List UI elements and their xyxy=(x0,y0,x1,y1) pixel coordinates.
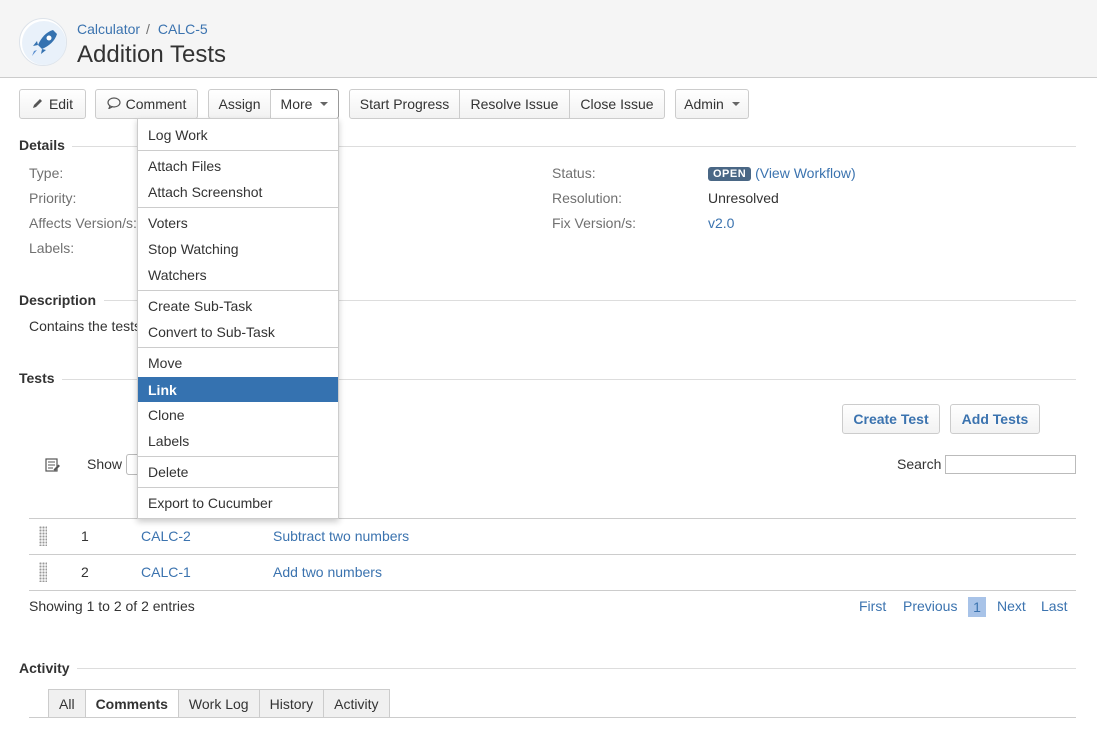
pager-last[interactable]: Last xyxy=(1041,598,1067,614)
affects-version-label: Affects Version/s: xyxy=(29,215,137,231)
pager-first[interactable]: First xyxy=(859,598,886,614)
issue-header: Calculator / CALC-5 Addition Tests xyxy=(0,0,1097,78)
start-progress-button[interactable]: Start Progress xyxy=(349,89,460,119)
resolution-label: Resolution: xyxy=(552,190,623,206)
speech-bubble-icon xyxy=(107,96,121,112)
edit-button-label: Edit xyxy=(48,96,74,112)
search-label: Search xyxy=(897,456,942,472)
menu-item-watchers[interactable]: Watchers xyxy=(138,263,338,287)
tab-activity[interactable]: Activity xyxy=(324,689,390,718)
edit-button[interactable]: Edit xyxy=(19,89,86,119)
menu-item-voters[interactable]: Voters xyxy=(138,211,338,235)
create-test-button[interactable]: Create Test xyxy=(842,404,940,434)
tab-all[interactable]: All xyxy=(48,689,86,718)
menu-item-convert-to-sub-task[interactable]: Convert to Sub-Task xyxy=(138,320,338,344)
activity-heading: Activity xyxy=(19,660,70,676)
priority-label: Priority: xyxy=(29,190,77,206)
more-button[interactable]: More xyxy=(271,89,339,119)
tabs-baseline xyxy=(29,717,1076,718)
close-issue-button[interactable]: Close Issue xyxy=(570,89,665,119)
menu-separator xyxy=(138,207,338,208)
description-heading: Description xyxy=(19,292,97,308)
close-issue-label: Close Issue xyxy=(580,96,654,112)
test-summary-link[interactable]: Subtract two numbers xyxy=(273,528,409,544)
status-label: Status: xyxy=(552,165,596,181)
comment-button[interactable]: Comment xyxy=(95,89,198,119)
tests-heading: Tests xyxy=(19,370,55,386)
drag-handle-icon[interactable] xyxy=(39,562,47,582)
chevron-down-icon xyxy=(320,102,329,106)
menu-item-attach-files[interactable]: Attach Files xyxy=(138,154,338,178)
view-workflow-link[interactable]: (View Workflow) xyxy=(755,165,856,181)
pager-current-page[interactable]: 1 xyxy=(968,597,986,617)
admin-button-label: Admin xyxy=(684,96,724,112)
activity-tabs: All Comments Work Log History Activity xyxy=(48,689,390,718)
breadcrumb-project-link[interactable]: Calculator xyxy=(77,21,140,37)
tab-comments[interactable]: Comments xyxy=(85,689,179,718)
test-summary-link[interactable]: Add two numbers xyxy=(273,564,382,580)
chevron-down-icon xyxy=(731,102,740,106)
menu-separator xyxy=(138,487,338,488)
breadcrumb: Calculator / CALC-5 xyxy=(77,21,208,37)
resolve-issue-label: Resolve Issue xyxy=(470,96,559,112)
menu-item-export-to-cucumber[interactable]: Export to Cucumber xyxy=(138,491,338,515)
resolve-issue-button[interactable]: Resolve Issue xyxy=(460,89,570,119)
start-progress-label: Start Progress xyxy=(359,96,450,112)
resolution-value: Unresolved xyxy=(708,190,779,206)
menu-item-create-sub-task[interactable]: Create Sub-Task xyxy=(138,294,338,318)
menu-item-delete[interactable]: Delete xyxy=(138,460,338,484)
row-number: 1 xyxy=(81,528,89,544)
type-label: Type: xyxy=(29,165,64,181)
table-bottom-border xyxy=(29,590,1076,591)
status-badge: OPEN xyxy=(708,167,752,181)
menu-item-move[interactable]: Move xyxy=(138,351,338,375)
drag-handle-icon[interactable] xyxy=(39,526,47,546)
more-button-label: More xyxy=(280,96,313,112)
row-number: 2 xyxy=(81,564,89,580)
menu-item-clone[interactable]: Clone xyxy=(138,403,338,427)
menu-item-labels[interactable]: Labels xyxy=(138,429,338,453)
menu-item-stop-watching[interactable]: Stop Watching xyxy=(138,237,338,261)
activity-divider xyxy=(77,668,1076,669)
status-value: OPEN (View Workflow) xyxy=(708,165,856,181)
menu-separator xyxy=(138,347,338,348)
column-settings-icon[interactable] xyxy=(45,457,61,476)
menu-separator xyxy=(138,456,338,457)
test-key-link[interactable]: CALC-1 xyxy=(141,564,191,580)
pager-next[interactable]: Next xyxy=(997,598,1026,614)
assign-button[interactable]: Assign xyxy=(208,89,271,119)
pager-previous[interactable]: Previous xyxy=(903,598,957,614)
search-input[interactable] xyxy=(945,455,1076,474)
description-text: Contains the tests xyxy=(29,318,142,334)
tab-work-log[interactable]: Work Log xyxy=(178,689,260,718)
menu-separator xyxy=(138,290,338,291)
add-tests-button[interactable]: Add Tests xyxy=(950,404,1040,434)
menu-item-log-work[interactable]: Log Work xyxy=(138,123,338,147)
admin-button[interactable]: Admin xyxy=(675,89,749,119)
more-dropdown-menu: Log Work Attach Files Attach Screenshot … xyxy=(137,118,339,519)
comment-button-label: Comment xyxy=(125,96,187,112)
menu-item-attach-screenshot[interactable]: Attach Screenshot xyxy=(138,180,338,204)
project-avatar-rocket-icon[interactable] xyxy=(19,18,67,66)
page-title: Addition Tests xyxy=(77,41,226,68)
fix-version-label: Fix Version/s: xyxy=(552,215,637,231)
pencil-icon xyxy=(32,96,44,112)
fix-version-link[interactable]: v2.0 xyxy=(708,215,734,231)
menu-item-link[interactable]: Link xyxy=(138,377,338,402)
details-heading: Details xyxy=(19,137,65,153)
tab-history[interactable]: History xyxy=(259,689,325,718)
breadcrumb-issue-link[interactable]: CALC-5 xyxy=(158,21,208,37)
show-entries-label: Show xyxy=(87,456,123,472)
entries-info: Showing 1 to 2 of 2 entries xyxy=(29,598,195,614)
assign-button-label: Assign xyxy=(218,96,261,112)
row-divider xyxy=(29,554,1076,555)
test-key-link[interactable]: CALC-2 xyxy=(141,528,191,544)
menu-separator xyxy=(138,150,338,151)
labels-label: Labels: xyxy=(29,240,75,256)
breadcrumb-separator: / xyxy=(146,21,150,37)
